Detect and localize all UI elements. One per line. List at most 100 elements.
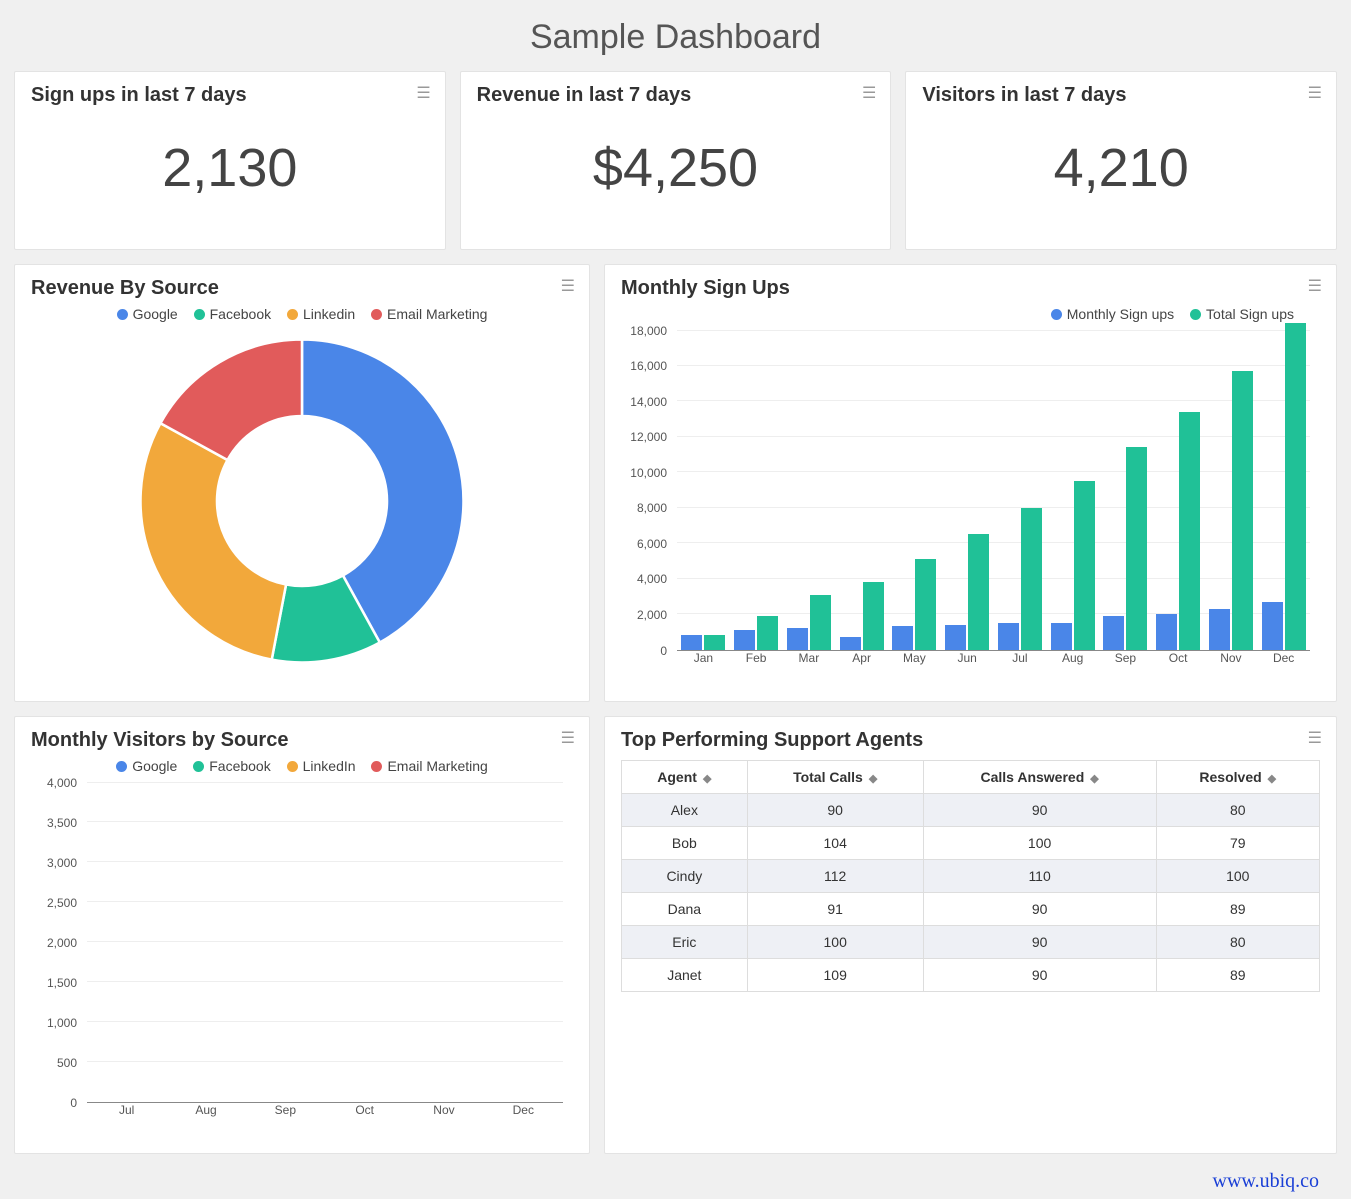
table-header[interactable]: Total Calls◆ bbox=[747, 761, 923, 794]
y-axis-tick: 4,000 bbox=[637, 572, 667, 586]
signups-bar-chart: 02,0004,0006,0008,00010,00012,00014,0001… bbox=[621, 331, 1320, 671]
monthly-visitors-card: Monthly Visitors by Source ☰ Google Face… bbox=[14, 716, 590, 1154]
x-axis-label: Jun bbox=[941, 651, 994, 671]
x-axis-label: Feb bbox=[730, 651, 783, 671]
watermark-link[interactable]: www.ubiq.co bbox=[14, 1168, 1337, 1199]
bar-group bbox=[404, 783, 483, 1102]
legend-dot-icon bbox=[193, 761, 204, 772]
table-row: Dana919089 bbox=[622, 893, 1320, 926]
y-axis-tick: 3,500 bbox=[47, 816, 77, 830]
bar bbox=[1285, 323, 1306, 649]
x-axis-label: Sep bbox=[246, 1103, 325, 1123]
table-header[interactable]: Agent◆ bbox=[622, 761, 748, 794]
table-cell: Alex bbox=[622, 794, 748, 827]
bar bbox=[1051, 623, 1072, 650]
table-cell: 100 bbox=[1156, 860, 1319, 893]
table-cell: 100 bbox=[923, 827, 1156, 860]
x-axis-label: Nov bbox=[1205, 651, 1258, 671]
y-axis-tick: 12,000 bbox=[630, 430, 667, 444]
y-axis-tick: 0 bbox=[70, 1096, 77, 1110]
bar bbox=[734, 630, 755, 649]
table-cell: 112 bbox=[747, 860, 923, 893]
bar-group bbox=[484, 783, 563, 1102]
legend-dot-icon bbox=[1190, 309, 1201, 320]
table-header[interactable]: Resolved◆ bbox=[1156, 761, 1319, 794]
hamburger-icon[interactable]: ☰ bbox=[862, 86, 876, 102]
table-cell: 80 bbox=[1156, 926, 1319, 959]
table-cell: 89 bbox=[1156, 959, 1319, 992]
legend-label: Facebook bbox=[210, 306, 271, 322]
bar bbox=[1179, 412, 1200, 649]
table-cell: 100 bbox=[747, 926, 923, 959]
legend-dot-icon bbox=[194, 309, 205, 320]
hamburger-icon[interactable]: ☰ bbox=[1308, 731, 1322, 747]
table-row: Janet1099089 bbox=[622, 959, 1320, 992]
sort-icon: ◆ bbox=[703, 773, 711, 785]
revenue-by-source-card: Revenue By Source ☰ Google Facebook Link… bbox=[14, 264, 590, 702]
table-header[interactable]: Calls Answered◆ bbox=[923, 761, 1156, 794]
table-cell: 90 bbox=[923, 926, 1156, 959]
table-row: Bob10410079 bbox=[622, 827, 1320, 860]
bar bbox=[945, 625, 966, 650]
y-axis-tick: 8,000 bbox=[637, 501, 667, 515]
bar-group bbox=[1099, 331, 1152, 650]
bar bbox=[1209, 609, 1230, 650]
bar-group bbox=[1205, 331, 1258, 650]
support-agents-card: Top Performing Support Agents ☰ Agent◆To… bbox=[604, 716, 1337, 1154]
card-title: Top Performing Support Agents bbox=[621, 729, 1320, 752]
x-axis-label: Oct bbox=[1152, 651, 1205, 671]
x-axis-label: May bbox=[888, 651, 941, 671]
hamburger-icon[interactable]: ☰ bbox=[561, 731, 575, 747]
y-axis-tick: 2,000 bbox=[47, 936, 77, 950]
bar bbox=[863, 582, 884, 649]
bar-group bbox=[941, 331, 994, 650]
card-title: Monthly Visitors by Source bbox=[31, 729, 573, 752]
y-axis-tick: 18,000 bbox=[630, 324, 667, 338]
bar bbox=[915, 559, 936, 649]
legend-dot-icon bbox=[371, 761, 382, 772]
hamburger-icon[interactable]: ☰ bbox=[561, 279, 575, 295]
stat-value: 4,210 bbox=[922, 113, 1320, 233]
table-cell: Bob bbox=[622, 827, 748, 860]
hamburger-icon[interactable]: ☰ bbox=[416, 86, 430, 102]
y-axis-tick: 1,500 bbox=[47, 976, 77, 990]
table-cell: 109 bbox=[747, 959, 923, 992]
legend-label: Monthly Sign ups bbox=[1067, 306, 1174, 322]
bar bbox=[892, 626, 913, 649]
table-cell: 79 bbox=[1156, 827, 1319, 860]
bar-group bbox=[783, 331, 836, 650]
bar-group bbox=[888, 331, 941, 650]
bar bbox=[968, 534, 989, 649]
agents-table: Agent◆Total Calls◆Calls Answered◆Resolve… bbox=[621, 760, 1320, 992]
y-axis-tick: 14,000 bbox=[630, 395, 667, 409]
legend-dot-icon bbox=[287, 761, 298, 772]
x-axis-label: Aug bbox=[166, 1103, 245, 1123]
table-cell: Cindy bbox=[622, 860, 748, 893]
visitors-legend: Google Facebook LinkedIn Email Marketing bbox=[31, 758, 573, 775]
hamburger-icon[interactable]: ☰ bbox=[1308, 279, 1322, 295]
card-title: Revenue in last 7 days bbox=[477, 84, 875, 107]
table-cell: 89 bbox=[1156, 893, 1319, 926]
card-title: Visitors in last 7 days bbox=[922, 84, 1320, 107]
legend-dot-icon bbox=[117, 309, 128, 320]
y-axis-tick: 0 bbox=[660, 644, 667, 658]
bar-group bbox=[730, 331, 783, 650]
stat-card-revenue: Revenue in last 7 days ☰ $4,250 bbox=[460, 71, 892, 250]
y-axis-tick: 3,000 bbox=[47, 856, 77, 870]
bar bbox=[840, 637, 861, 649]
x-axis-label: Jul bbox=[87, 1103, 166, 1123]
hamburger-icon[interactable]: ☰ bbox=[1308, 86, 1322, 102]
table-cell: 110 bbox=[923, 860, 1156, 893]
table-cell: 90 bbox=[923, 893, 1156, 926]
table-cell: 91 bbox=[747, 893, 923, 926]
bar-group bbox=[325, 783, 404, 1102]
bar bbox=[810, 595, 831, 650]
bar-group bbox=[1152, 331, 1205, 650]
x-axis-label: Jul bbox=[994, 651, 1047, 671]
legend-dot-icon bbox=[1051, 309, 1062, 320]
table-row: Eric1009080 bbox=[622, 926, 1320, 959]
bar bbox=[681, 635, 702, 649]
bar bbox=[1232, 371, 1253, 649]
bar-group bbox=[246, 783, 325, 1102]
bar-group bbox=[677, 331, 730, 650]
